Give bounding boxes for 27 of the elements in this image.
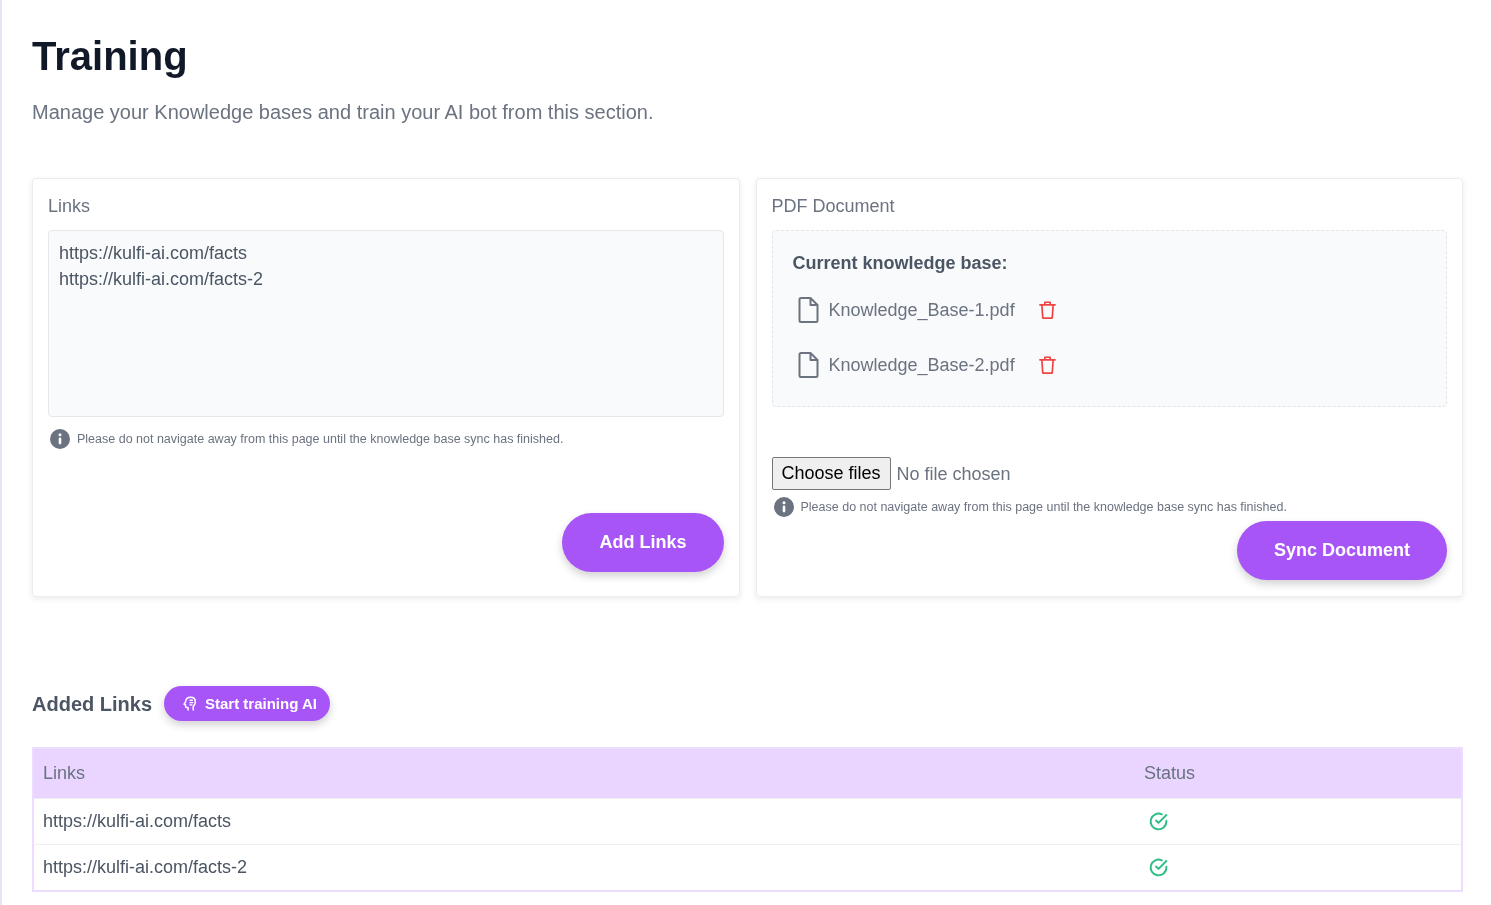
head-icon [182, 696, 197, 711]
file-name: Knowledge_Base-1.pdf [828, 299, 1015, 322]
file-name: Knowledge_Base-2.pdf [828, 354, 1015, 377]
section-title: Added Links [32, 691, 152, 717]
file-icon [795, 296, 820, 324]
table-cell-text: https://kulfi-ai.com/facts [42, 810, 233, 833]
page-title: Training [32, 33, 189, 80]
card-label: Links [48, 195, 92, 218]
info-icon [773, 497, 794, 517]
add-links-button[interactable]: Add Links [562, 513, 724, 572]
trash-icon[interactable] [1038, 355, 1056, 375]
choose-files-button[interactable]: Choose files [771, 457, 891, 490]
table-header-cell-text: Status [1143, 762, 1197, 785]
file-status: No file chosen [896, 462, 1011, 486]
links-textarea[interactable]: https://kulfi-ai.com/facts https://kulfi-ai.com/facts-2 [48, 230, 724, 417]
table-cell-text: https://kulfi-ai.com/facts-2 [42, 856, 249, 879]
page-subtitle: Manage your Knowledge bases and train your AI bot from this section. [32, 100, 655, 125]
sync-document-button[interactable]: Sync Document [1236, 521, 1447, 580]
card-label: PDF Document [771, 195, 896, 218]
note-text: Please do not navigate away from this page until the knowledge base sync has finished. [77, 431, 564, 448]
start-training-button[interactable]: Start training AI [164, 686, 330, 721]
file-icon [795, 351, 820, 379]
knowledge-base-heading: Current knowledge base: [792, 252, 1009, 275]
table-header-cell-text: Links [42, 762, 87, 785]
info-icon [50, 429, 70, 449]
trash-icon[interactable] [1038, 300, 1056, 320]
note-text: Please do not navigate away from this page until the knowledge base sync has finished. [800, 499, 1287, 516]
